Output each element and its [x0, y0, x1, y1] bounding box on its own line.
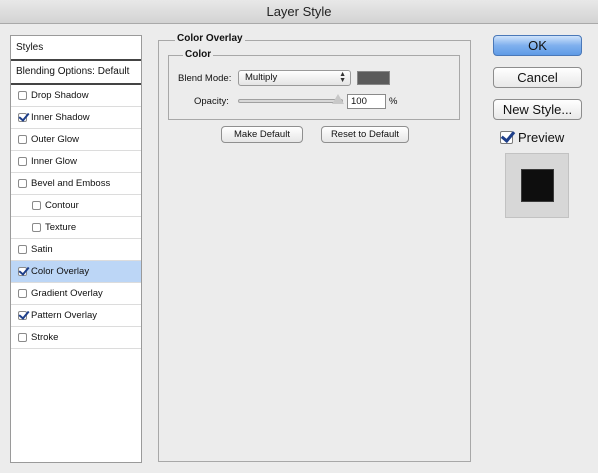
style-item-contour[interactable]: Contour: [11, 195, 141, 217]
style-item-inner-shadow[interactable]: Inner Shadow: [11, 107, 141, 129]
style-checkbox[interactable]: [18, 91, 27, 100]
stepper-arrows-icon: ▲ ▼: [339, 71, 346, 84]
style-item-gradient-overlay[interactable]: Gradient Overlay: [11, 283, 141, 305]
color-subgroup: [168, 55, 460, 120]
style-item-label: Inner Glow: [31, 156, 77, 167]
blend-mode-value: Multiply: [245, 72, 278, 83]
style-checkbox[interactable]: [18, 289, 27, 298]
style-preview: [505, 153, 569, 218]
opacity-label: Opacity:: [194, 96, 229, 107]
style-item-pattern-overlay[interactable]: Pattern Overlay: [11, 305, 141, 327]
style-checkbox[interactable]: [18, 135, 27, 144]
style-item-color-overlay[interactable]: Color Overlay: [11, 261, 141, 283]
ok-button[interactable]: OK: [493, 35, 582, 56]
style-checkbox[interactable]: [18, 179, 27, 188]
style-item-satin[interactable]: Satin: [11, 239, 141, 261]
style-item-label: Gradient Overlay: [31, 288, 103, 299]
style-item-label: Inner Shadow: [31, 112, 90, 123]
reset-to-default-button[interactable]: Reset to Default: [321, 126, 409, 143]
style-item-label: Bevel and Emboss: [31, 178, 111, 189]
style-item-texture[interactable]: Texture: [11, 217, 141, 239]
style-checkbox[interactable]: [32, 223, 41, 232]
preview-label: Preview: [518, 130, 565, 145]
style-item-outer-glow[interactable]: Outer Glow: [11, 129, 141, 151]
style-item-bevel-and-emboss[interactable]: Bevel and Emboss: [11, 173, 141, 195]
style-checkbox[interactable]: [18, 311, 27, 320]
style-checkbox[interactable]: [18, 267, 27, 276]
style-item-label: Contour: [45, 200, 79, 211]
styles-header[interactable]: Styles: [11, 36, 141, 61]
opacity-slider-thumb[interactable]: [332, 94, 344, 104]
cancel-button[interactable]: Cancel: [493, 67, 582, 88]
window-title: Layer Style: [0, 0, 598, 24]
preview-toggle[interactable]: Preview: [500, 130, 564, 145]
opacity-slider-track[interactable]: [238, 99, 343, 103]
style-item-label: Stroke: [31, 332, 59, 343]
color-subgroup-title: Color: [183, 49, 214, 60]
style-checkbox[interactable]: [18, 113, 27, 122]
make-default-button[interactable]: Make Default: [221, 126, 303, 143]
overlay-color-swatch[interactable]: [357, 71, 390, 85]
styles-list: Styles Blending Options: Default Drop Sh…: [10, 35, 142, 463]
style-item-label: Texture: [45, 222, 77, 233]
style-item-inner-glow[interactable]: Inner Glow: [11, 151, 141, 173]
opacity-input[interactable]: 100: [347, 94, 386, 109]
style-item-label: Outer Glow: [31, 134, 80, 145]
style-item-label: Color Overlay: [31, 266, 90, 277]
style-checkbox[interactable]: [18, 333, 27, 342]
style-checkbox[interactable]: [32, 201, 41, 210]
style-item-label: Satin: [31, 244, 53, 255]
style-item-label: Drop Shadow: [31, 90, 89, 101]
style-item-drop-shadow[interactable]: Drop Shadow: [11, 85, 141, 107]
blending-options-item[interactable]: Blending Options: Default: [11, 61, 141, 85]
style-checkbox[interactable]: [18, 245, 27, 254]
color-overlay-title: Color Overlay: [175, 33, 245, 44]
blend-mode-label: Blend Mode:: [178, 73, 232, 84]
style-item-stroke[interactable]: Stroke: [11, 327, 141, 349]
opacity-unit: %: [389, 96, 398, 107]
new-style-button[interactable]: New Style...: [493, 99, 582, 120]
style-checkbox[interactable]: [18, 157, 27, 166]
style-item-label: Pattern Overlay: [31, 310, 97, 321]
preview-thumbnail: [520, 169, 554, 202]
preview-checkbox[interactable]: [500, 131, 513, 144]
blend-mode-select[interactable]: Multiply ▲ ▼: [238, 70, 351, 86]
